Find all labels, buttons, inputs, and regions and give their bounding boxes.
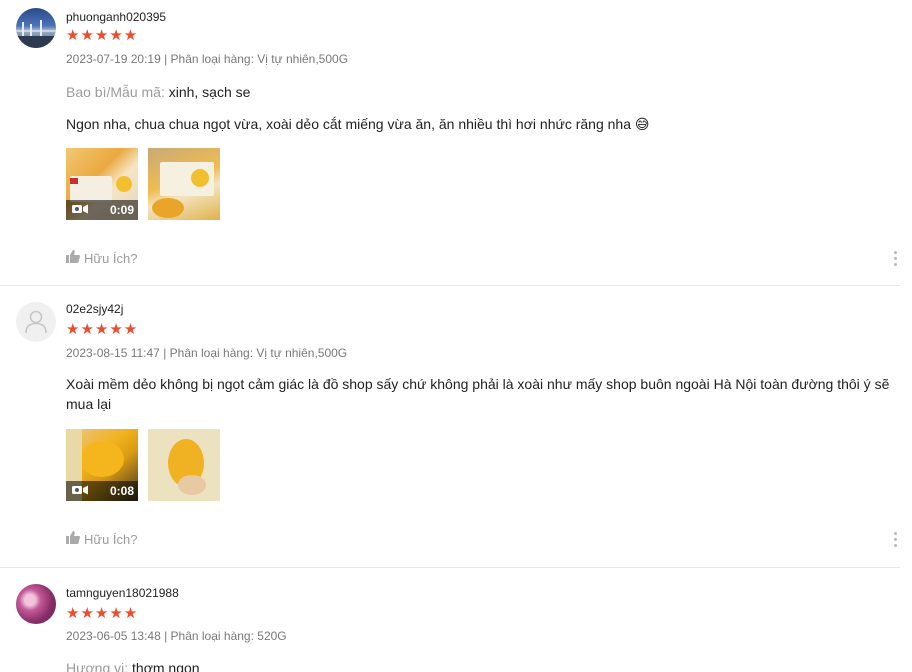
attribute-value: xinh, sạch se — [168, 84, 251, 100]
video-bar: 0:08 — [66, 481, 138, 501]
image-frame — [148, 429, 220, 501]
helpful-label: Hữu Ích? — [84, 250, 138, 266]
avatar[interactable] — [16, 584, 56, 624]
thumbs-up-icon — [66, 531, 80, 547]
review-meta: 2023-07-19 20:19 | Phân loại hàng: Vị tự… — [66, 52, 349, 66]
rating-stars: ★★★★★ — [66, 27, 139, 44]
video-duration: 0:09 — [109, 203, 134, 217]
review-image-thumbnail[interactable] — [148, 429, 220, 501]
video-duration: 0:08 — [109, 484, 134, 498]
avatar[interactable] — [16, 302, 56, 342]
user-icon — [25, 310, 47, 334]
helpful-label: Hữu Ích? — [84, 531, 138, 547]
more-options-button[interactable] — [894, 251, 897, 266]
review-meta: 2023-08-15 11:47 | Phân loại hàng: Vị tự… — [66, 346, 348, 360]
attribute-value: thơm ngon — [132, 660, 200, 672]
rating-stars: ★★★★★ — [66, 321, 139, 338]
video-camera-icon — [72, 482, 88, 500]
attribute-key: Bao bì/Mẫu mã: — [66, 84, 165, 100]
review-attribute: Hương vị: thơm ngon — [66, 660, 200, 672]
avatar[interactable] — [16, 8, 56, 48]
review-image-thumbnail[interactable] — [148, 148, 220, 220]
helpful-button[interactable]: Hữu Ích? — [66, 531, 138, 547]
video-bar: 0:09 — [66, 200, 138, 220]
rating-stars: ★★★★★ — [66, 605, 139, 622]
image-frame — [152, 162, 214, 218]
review-attribute: Bao bì/Mẫu mã: xinh, sạch se — [66, 84, 250, 100]
review-meta: 2023-06-05 13:48 | Phân loại hàng: 520G — [66, 629, 287, 643]
more-vertical-icon — [894, 251, 897, 254]
attribute-key: Hương vị: — [66, 660, 129, 672]
reviewer-username[interactable]: tamnguyen18021988 — [66, 586, 179, 600]
reviewer-username[interactable]: phuonganh020395 — [66, 10, 166, 24]
review-divider — [0, 567, 900, 568]
video-camera-icon — [72, 201, 88, 219]
reviewer-username[interactable]: 02e2sjy42j — [66, 302, 123, 316]
review-divider — [0, 285, 900, 286]
helpful-button[interactable]: Hữu Ích? — [66, 250, 138, 266]
review-video-thumbnail[interactable]: 0:09 — [66, 148, 138, 220]
review-content: Ngon nha, chua chua ngọt vừa, xoài dẻo c… — [66, 116, 650, 132]
more-options-button[interactable] — [894, 532, 897, 547]
review-video-thumbnail[interactable]: 0:08 — [66, 429, 138, 501]
thumbs-up-icon — [66, 250, 80, 266]
more-vertical-icon — [894, 532, 897, 535]
avatar-photo — [16, 20, 56, 48]
review-content: Xoài mềm dẻo không bị ngọt cảm giác là đ… — [66, 376, 890, 412]
